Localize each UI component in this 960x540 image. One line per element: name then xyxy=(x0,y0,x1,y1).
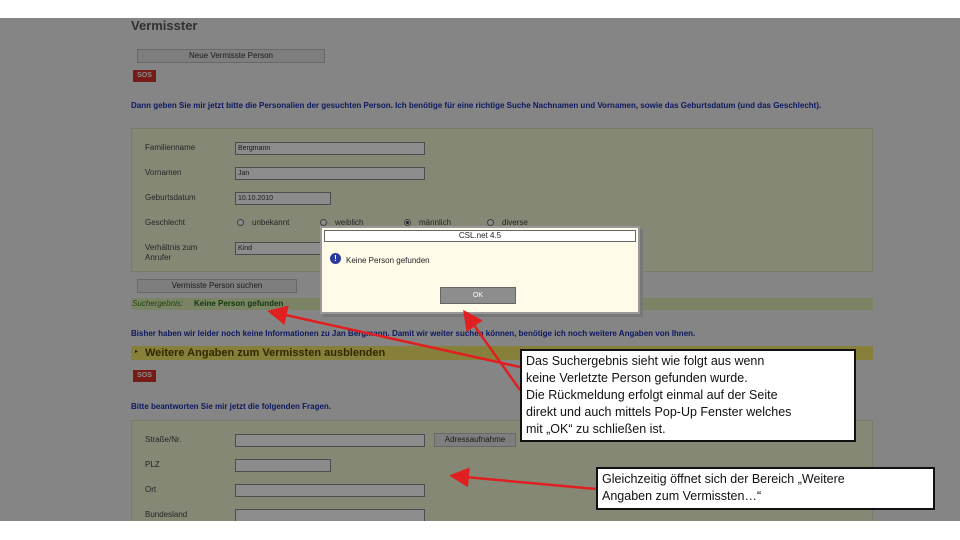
arrow-to-dialog xyxy=(463,309,522,391)
callout-result-explanation: Das Suchergebnis sieht wie folgt aus wen… xyxy=(520,349,856,442)
callout-section-explanation: Gleichzeitig öffnet sich der Bereich „We… xyxy=(596,467,935,510)
annotation-arrows xyxy=(267,305,597,491)
arrow-to-section xyxy=(449,467,597,491)
